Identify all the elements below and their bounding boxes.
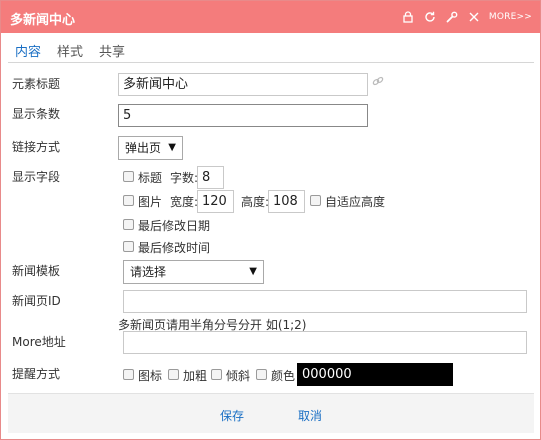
reminder-label: 提醒方式 [12, 367, 61, 381]
link-icon[interactable] [371, 74, 385, 88]
tab-share[interactable]: 共享 [99, 41, 125, 60]
tab-bar: 内容 样式 共享 [8, 39, 534, 63]
news-page-id-input[interactable] [123, 290, 527, 313]
dialog-window: 多新闻中心 MORE>> 内容 样式 共享 元素标题 多新闻中心 显示条数 5 … [0, 0, 541, 440]
element-title-input[interactable]: 多新闻中心 [118, 73, 368, 96]
bold-checkbox-label: 加粗 [183, 369, 208, 383]
image-checkbox-label: 图片 [138, 195, 163, 209]
last-modified-date-label: 最后修改日期 [138, 219, 211, 233]
color-checkbox[interactable] [256, 369, 267, 380]
display-count-label: 显示条数 [12, 107, 61, 121]
more-link[interactable]: MORE>> [489, 12, 532, 22]
news-template-select[interactable]: 请选择 ▼ [123, 260, 264, 284]
last-modified-time-label: 最后修改时间 [138, 241, 211, 255]
chevron-down-icon: ▼ [168, 142, 176, 153]
icon-checkbox-label: 图标 [138, 369, 163, 383]
tab-content[interactable]: 内容 [15, 41, 41, 60]
color-checkbox-label: 颜色 [271, 369, 296, 383]
more-address-label: More地址 [12, 335, 66, 349]
color-input[interactable]: 000000 [297, 363, 453, 386]
dialog-footer: 保存 取消 [8, 393, 534, 433]
italic-checkbox[interactable] [211, 369, 222, 380]
link-mode-selected: 弹出页 [125, 141, 162, 155]
news-template-label: 新闻模板 [12, 264, 61, 278]
width-label: 宽度: [170, 195, 199, 209]
tab-style[interactable]: 样式 [57, 41, 83, 60]
display-fields-label: 显示字段 [12, 170, 61, 184]
title-bar: 多新闻中心 MORE>> [1, 1, 540, 33]
width-input[interactable]: 120 [197, 190, 234, 213]
titlebar-icons: MORE>> [401, 10, 532, 24]
icon-checkbox[interactable] [123, 369, 134, 380]
height-input[interactable]: 108 [268, 190, 305, 213]
image-checkbox[interactable] [123, 195, 134, 206]
auto-height-checkbox[interactable] [310, 195, 321, 206]
news-page-id-label: 新闻页ID [12, 294, 61, 308]
italic-checkbox-label: 倾斜 [226, 369, 251, 383]
dialog-title: 多新闻中心 [10, 13, 76, 28]
settings-form: 元素标题 多新闻中心 显示条数 5 链接方式 弹出页 ▼ 显示字段 标题 字数:… [8, 67, 534, 393]
title-checkbox[interactable] [123, 171, 134, 182]
height-label: 高度: [241, 195, 270, 209]
refresh-icon[interactable] [423, 10, 437, 24]
cancel-button[interactable]: 取消 [298, 407, 322, 424]
element-title-label: 元素标题 [12, 77, 61, 91]
lock-icon[interactable] [401, 10, 415, 24]
save-button[interactable]: 保存 [220, 407, 244, 424]
bold-checkbox[interactable] [168, 369, 179, 380]
close-icon[interactable] [467, 10, 481, 24]
auto-height-label: 自适应高度 [325, 195, 386, 209]
last-modified-time-checkbox[interactable] [123, 241, 134, 252]
link-mode-label: 链接方式 [12, 140, 61, 154]
link-mode-select[interactable]: 弹出页 ▼ [118, 136, 183, 160]
last-modified-date-checkbox[interactable] [123, 219, 134, 230]
word-count-input[interactable]: 8 [197, 166, 224, 189]
wrench-icon[interactable] [445, 10, 459, 24]
title-checkbox-label: 标题 [138, 171, 163, 185]
word-count-label: 字数: [170, 171, 199, 185]
more-address-input[interactable] [123, 331, 527, 354]
display-count-input[interactable]: 5 [118, 104, 368, 127]
news-template-selected: 请选择 [130, 265, 167, 279]
chevron-down-icon: ▼ [249, 266, 257, 277]
